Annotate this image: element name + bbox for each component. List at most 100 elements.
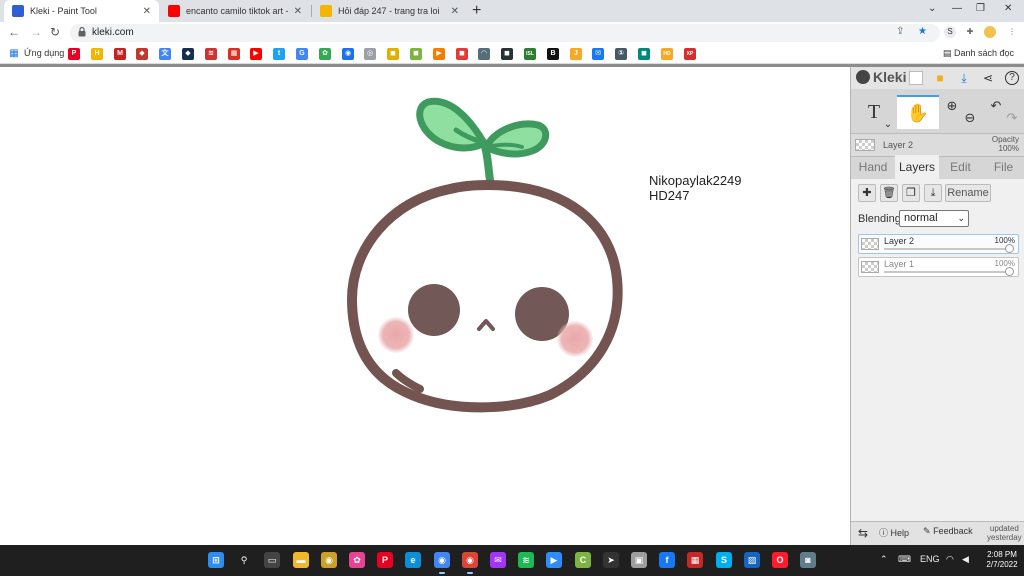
- layer-opacity-slider[interactable]: [884, 271, 1010, 273]
- bookmark-star-icon[interactable]: ★: [918, 26, 927, 37]
- volume-icon[interactable]: ◀: [962, 554, 969, 565]
- taskbar-skype-icon[interactable]: S: [716, 552, 732, 568]
- tab-layers[interactable]: Layers: [895, 155, 939, 179]
- bookmark-hd-app-icon[interactable]: HD: [661, 48, 673, 60]
- taskbar-photo-app-icon[interactable]: ▣: [631, 552, 647, 568]
- bookmark-messenger-icon[interactable]: ✉: [592, 48, 604, 60]
- taskbar-pinterest-icon[interactable]: P: [377, 552, 393, 568]
- close-icon[interactable]: ✕: [294, 6, 302, 17]
- skype-extension-icon[interactable]: S: [944, 26, 956, 38]
- language-indicator[interactable]: ENG: [920, 554, 940, 564]
- taskbar-ccleaner-icon[interactable]: C: [575, 552, 591, 568]
- taskbar-start-icon[interactable]: ⊞: [208, 552, 224, 568]
- bookmark-colorful-icon[interactable]: ✿: [319, 48, 331, 60]
- taskbar-zoom-icon[interactable]: ▶: [546, 552, 562, 568]
- reading-list-button[interactable]: ▤ Danh sách đọc: [943, 48, 1014, 59]
- taskbar-camera-icon[interactable]: ◙: [800, 552, 816, 568]
- bookmark-xp-app-icon[interactable]: XP: [684, 48, 696, 60]
- keyboard-icon[interactable]: ⌨: [898, 554, 911, 565]
- layer-opacity-slider[interactable]: [884, 248, 1010, 250]
- slider-knob[interactable]: [1005, 267, 1014, 276]
- taskbar-photos-icon[interactable]: ▨: [744, 552, 760, 568]
- save-download-icon[interactable]: ⤓: [957, 71, 971, 85]
- zoom-out-icon[interactable]: ⊖: [961, 101, 979, 135]
- bookmark-green-app-icon[interactable]: ◼: [410, 48, 422, 60]
- taskbar-task-view-icon[interactable]: ▭: [264, 552, 280, 568]
- apps-grid-icon[interactable]: ▦: [8, 48, 20, 60]
- bookmark-yellow-app-icon[interactable]: ◼: [387, 48, 399, 60]
- bookmark-google-icon[interactable]: G: [296, 48, 308, 60]
- tab-hand[interactable]: Hand: [851, 155, 895, 179]
- menu-kebab-icon[interactable]: ⋮: [1006, 26, 1018, 38]
- redo-icon[interactable]: ↷: [1003, 101, 1021, 135]
- delete-layer-trash-icon[interactable]: 🗑: [880, 184, 898, 202]
- slider-knob[interactable]: [1005, 244, 1014, 253]
- wifi-icon[interactable]: ◠: [946, 554, 954, 565]
- taskbar-facebook-icon[interactable]: f: [659, 552, 675, 568]
- bookmark-num-app-icon[interactable]: ①: [615, 48, 627, 60]
- help-question-icon[interactable]: ?: [1005, 71, 1019, 85]
- taskbar-spotify-icon[interactable]: ≋: [518, 552, 534, 568]
- duplicate-layer-icon[interactable]: ❐: [902, 184, 920, 202]
- tab-file[interactable]: File: [982, 155, 1024, 179]
- bookmark-twitter-icon[interactable]: t: [273, 48, 285, 60]
- share-icon[interactable]: ⋖: [981, 71, 995, 85]
- apps-bookmark-label[interactable]: Ứng dụng: [24, 48, 64, 58]
- extensions-puzzle-icon[interactable]: ✚: [964, 26, 976, 38]
- bookmark-teal-app-icon[interactable]: ◼: [638, 48, 650, 60]
- add-layer-plus-icon[interactable]: ✚: [858, 184, 876, 202]
- bookmark-headset-icon[interactable]: ◠: [478, 48, 490, 60]
- share-icon[interactable]: ⇪: [896, 26, 904, 37]
- merge-layer-down-icon[interactable]: ⤓: [924, 184, 942, 202]
- bookmark-grid-red-icon[interactable]: ▦: [228, 48, 240, 60]
- close-icon[interactable]: ✕: [143, 6, 151, 17]
- bookmark-b-app-icon[interactable]: B: [547, 48, 559, 60]
- taskbar-app-red-icon[interactable]: ▦: [687, 552, 703, 568]
- bookmark-isl-icon[interactable]: ISL: [524, 48, 536, 60]
- taskbar-app-colorful-icon[interactable]: ✿: [349, 552, 365, 568]
- taskbar-search-icon[interactable]: ⚲: [236, 552, 252, 568]
- bookmark-chrome-web-icon[interactable]: ◉: [342, 48, 354, 60]
- bookmark-translate-icon[interactable]: 文: [159, 48, 171, 60]
- minimize-icon[interactable]: —: [952, 3, 962, 14]
- bookmark-youtube-icon[interactable]: ▶: [250, 48, 262, 60]
- reload-icon[interactable]: ↻: [50, 25, 60, 39]
- bookmark-gmail-icon[interactable]: M: [114, 48, 126, 60]
- tab-edit[interactable]: Edit: [939, 155, 982, 179]
- bookmark-j-app-icon[interactable]: J: [570, 48, 582, 60]
- bookmark-red-app-icon[interactable]: ◼: [456, 48, 468, 60]
- bookmark-hoidap-icon[interactable]: H: [91, 48, 103, 60]
- taskbar-file-explorer-icon[interactable]: ▬: [293, 552, 309, 568]
- bookmark-app-dark-icon[interactable]: ◆: [182, 48, 194, 60]
- bookmark-shield-icon[interactable]: ◆: [136, 48, 148, 60]
- bookmark-dark-app-icon[interactable]: ◼: [501, 48, 513, 60]
- tab-hoidap[interactable]: Hỏi đáp 247 - trang tra loi ✕: [312, 0, 467, 22]
- taskbar-opera-icon[interactable]: O: [772, 552, 788, 568]
- updated-status[interactable]: updated yesterday: [987, 524, 1022, 542]
- taskbar-chrome-2-icon[interactable]: ◉: [462, 552, 478, 574]
- restore-icon[interactable]: ❐: [976, 3, 985, 14]
- address-bar[interactable]: kleki.com ⇪ ★: [70, 24, 940, 42]
- taskbar-chrome-icon[interactable]: ◉: [434, 552, 450, 574]
- bookmark-drawing-icon[interactable]: ≋: [205, 48, 217, 60]
- bookmark-pinterest-icon[interactable]: P: [68, 48, 80, 60]
- open-folder-icon[interactable]: ■: [933, 71, 947, 85]
- close-icon[interactable]: ✕: [451, 6, 459, 17]
- blending-select[interactable]: normal ⌄: [899, 210, 969, 227]
- swap-sides-icon[interactable]: ⇆: [858, 526, 868, 540]
- layer-row[interactable]: Layer 1 100%: [858, 257, 1019, 277]
- tab-kleki[interactable]: Kleki - Paint Tool ✕: [4, 0, 159, 22]
- feedback-link[interactable]: ✎ Feedback: [923, 526, 973, 537]
- profile-avatar[interactable]: [984, 26, 996, 38]
- kleki-logo[interactable]: Kleki: [856, 69, 906, 85]
- bookmark-circle-app-icon[interactable]: ◎: [364, 48, 376, 60]
- zoom-in-icon[interactable]: ⊕: [943, 89, 961, 123]
- taskbar-app-gold-icon[interactable]: ◉: [321, 552, 337, 568]
- tray-chevron-up-icon[interactable]: ⌃: [880, 554, 888, 565]
- back-arrow-icon[interactable]: ←: [8, 25, 20, 39]
- forward-arrow-icon[interactable]: →: [30, 25, 42, 39]
- taskbar-edge-icon[interactable]: e: [405, 552, 421, 568]
- layer-row[interactable]: Layer 2 100%: [858, 234, 1019, 254]
- rename-button[interactable]: Rename: [945, 184, 991, 202]
- window-close-icon[interactable]: ✕: [1004, 3, 1012, 14]
